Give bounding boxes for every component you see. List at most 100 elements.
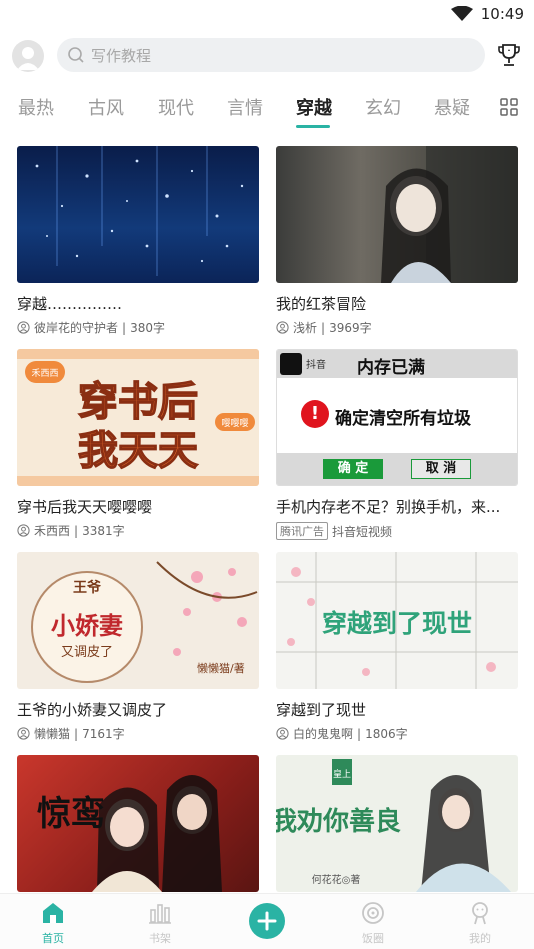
period-romance-cover: 皇上 我劝你善良 何花花◎著 — [276, 759, 511, 892]
story-card[interactable]: 禾西西 穿书后 我天天 嘤嘤嘤 穿书后我天天嘤嘤嘤 禾西西 | 3381字 — [17, 349, 259, 539]
story-cover[interactable]: 王爷 小娇妻 又调皮了 懒懒猫/著 — [17, 552, 259, 689]
tab-mystery[interactable]: 悬疑 — [434, 94, 470, 120]
author-icon — [17, 321, 30, 334]
period-drama-cover: 惊鸾 — [37, 775, 222, 892]
story-author: 浅析 — [293, 321, 318, 335]
cover-line: 小娇妻 — [51, 612, 123, 640]
status-time: 10:49 — [480, 5, 524, 23]
author-icon — [276, 321, 289, 334]
cover-signature: 懒懒猫/著 — [197, 661, 245, 675]
story-card[interactable]: 穿越到了现世 穿越到了现世 白的鬼鬼啊 | 1806字 — [276, 552, 518, 742]
tab-ancient[interactable]: 古风 — [88, 94, 124, 120]
calligraphy-cover: 穿越到了现世 — [276, 552, 518, 689]
circle-icon — [362, 902, 384, 924]
grid-icon[interactable] — [500, 98, 518, 116]
nav-profile[interactable]: 我的 — [450, 900, 510, 946]
story-cover[interactable] — [17, 146, 259, 283]
tab-hot[interactable]: 最热 — [18, 94, 54, 120]
romance-cover: 王爷 小娇妻 又调皮了 懒懒猫/著 — [31, 561, 258, 683]
tab-fantasy[interactable]: 玄幻 — [365, 94, 401, 120]
meta-separator: | — [74, 726, 79, 741]
story-cover[interactable]: 惊鸾 — [17, 755, 259, 892]
ad-meta: 腾讯广告 抖音短视频 — [276, 522, 518, 540]
cover-badge: 皇上 — [333, 768, 351, 780]
story-title[interactable]: 穿越…………… — [17, 293, 259, 314]
story-word-count: 380字 — [130, 321, 165, 335]
story-meta: 浅析 | 3969字 — [276, 319, 518, 336]
story-card[interactable]: 穿越…………… 彼岸花的守护者 | 380字 — [17, 146, 259, 336]
nav-bookshelf[interactable]: 书架 — [130, 900, 190, 946]
category-tabs: 最热 古风 现代 言情 穿越 玄幻 悬疑 — [0, 88, 534, 128]
story-cover[interactable]: 穿越到了现世 — [276, 552, 518, 689]
story-title[interactable]: 我的红茶冒险 — [276, 293, 518, 314]
star-field-cover — [35, 146, 244, 276]
meta-separator: | — [122, 320, 127, 335]
story-cover[interactable] — [276, 146, 518, 283]
story-cover[interactable]: 禾西西 穿书后 我天天 嘤嘤嘤 — [17, 349, 259, 486]
meta-separator: | — [74, 523, 79, 538]
ad-cancel-button[interactable]: 取 消 — [411, 459, 471, 479]
nav-home[interactable]: 首页 — [23, 900, 83, 946]
story-card[interactable]: 王爷 小娇妻 又调皮了 懒懒猫/著 王爷的小娇妻又调皮了 懒懒猫 | 7161字 — [17, 552, 259, 742]
story-word-count: 3381字 — [82, 524, 125, 538]
comic-title-cover: 禾西西 穿书后 我天天 嘤嘤嘤 — [17, 349, 259, 486]
ad-advertiser: 抖音短视频 — [332, 524, 393, 539]
wifi-icon — [450, 6, 473, 21]
cover-line: 我天天 — [78, 428, 198, 474]
story-title[interactable]: 王爷的小娇妻又调皮了 — [17, 699, 259, 720]
ad-headline: 内存已满 — [357, 358, 425, 378]
ad-title[interactable]: 手机内存老不足？别换手机，来... — [276, 496, 518, 517]
create-button[interactable] — [249, 903, 285, 939]
story-title[interactable]: 穿越到了现世 — [276, 699, 518, 720]
ad-card[interactable]: 抖音 内存已满 ! 确定清空所有垃圾 确 定 取 消 手机内存老不足？别换手机，… — [276, 349, 518, 540]
avatar[interactable] — [12, 40, 44, 72]
tiktok-logo-icon — [280, 353, 302, 375]
ad-confirm-button[interactable]: 确 定 — [323, 459, 383, 479]
tab-modern[interactable]: 现代 — [158, 94, 194, 120]
top-bar: 写作教程 — [0, 30, 534, 80]
story-title[interactable]: 穿书后我天天嘤嘤嘤 — [17, 496, 259, 517]
story-card[interactable]: 皇上 我劝你善良 何花花◎著 — [276, 755, 518, 892]
tab-indicator — [296, 125, 330, 128]
tab-romance[interactable]: 言情 — [227, 94, 263, 120]
bookshelf-icon — [149, 904, 171, 924]
ad-message: 确定清空所有垃圾 — [335, 409, 471, 429]
search-icon — [68, 47, 84, 63]
author-icon — [276, 727, 289, 740]
home-icon — [43, 903, 63, 923]
plus-icon — [257, 911, 277, 931]
meta-separator: | — [357, 726, 362, 741]
author-icon — [17, 727, 30, 740]
nav-label: 首页 — [42, 932, 64, 945]
search-bar[interactable]: 写作教程 — [57, 38, 485, 72]
story-word-count: 1806字 — [365, 727, 408, 741]
portrait-cover — [381, 146, 518, 283]
profile-icon — [472, 902, 488, 925]
cover-line: 王爷 — [73, 579, 102, 596]
status-right: 10:49 — [450, 5, 524, 23]
ad-header: 抖音 内存已满 — [277, 350, 517, 378]
trophy-icon[interactable] — [496, 42, 522, 68]
story-meta: 禾西西 | 3381字 — [17, 522, 259, 539]
story-author: 彼岸花的守护者 — [34, 321, 119, 335]
story-card[interactable]: 我的红茶冒险 浅析 | 3969字 — [276, 146, 518, 336]
ad-tag: 腾讯广告 — [276, 522, 328, 540]
meta-separator: | — [321, 320, 326, 335]
cover-signature: 何花花◎著 — [312, 873, 361, 886]
cover-line: 穿书后 — [78, 379, 198, 425]
story-meta: 彼岸花的守护者 | 380字 — [17, 319, 259, 336]
tab-time-travel[interactable]: 穿越 — [296, 94, 332, 120]
nav-fan-circle[interactable]: 饭圈 — [343, 900, 403, 946]
story-author: 禾西西 — [34, 524, 71, 538]
user-avatar-icon — [17, 47, 39, 70]
cover-badge: 禾西西 — [31, 368, 58, 379]
story-author: 白的鬼鬼啊 — [293, 727, 354, 741]
story-meta: 白的鬼鬼啊 | 1806字 — [276, 725, 518, 742]
cover-title: 惊鸾 — [37, 794, 105, 834]
ad-cover[interactable]: 抖音 内存已满 ! 确定清空所有垃圾 确 定 取 消 — [276, 349, 518, 486]
ad-footer: 确 定 取 消 — [277, 453, 517, 485]
search-placeholder: 写作教程 — [91, 46, 152, 65]
ad-brand: 抖音 — [306, 360, 326, 371]
story-cover[interactable]: 皇上 我劝你善良 何花花◎著 — [276, 755, 518, 892]
story-card[interactable]: 惊鸾 — [17, 755, 259, 892]
